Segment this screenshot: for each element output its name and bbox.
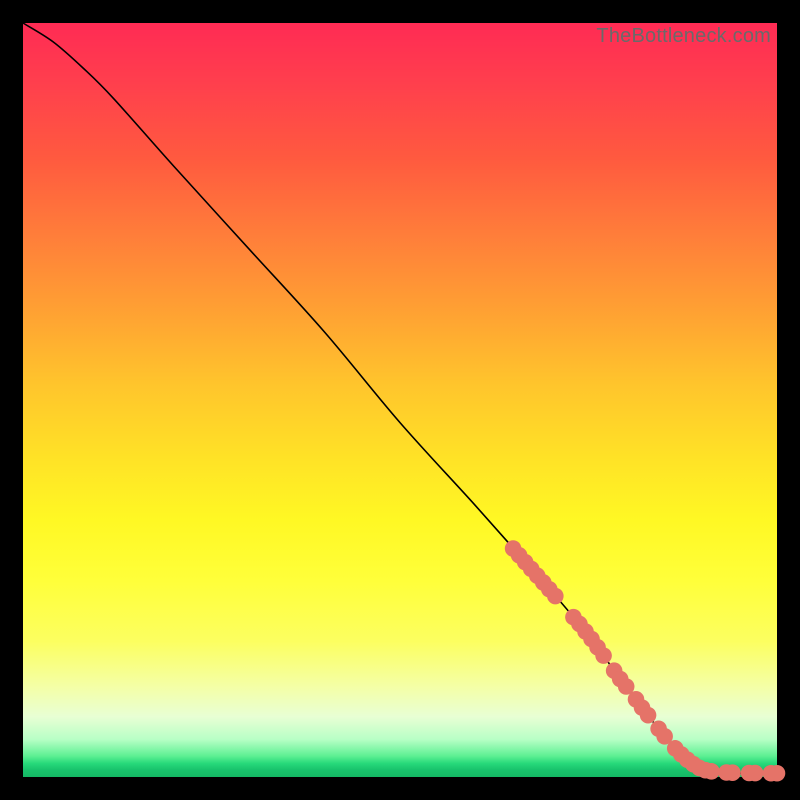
marker-dot xyxy=(724,764,741,781)
highlighted-markers xyxy=(505,540,785,781)
marker-dot xyxy=(595,647,612,664)
bottleneck-curve xyxy=(23,23,777,773)
marker-dot xyxy=(640,707,657,724)
chart-overlay xyxy=(23,23,777,777)
marker-dot xyxy=(769,765,786,782)
marker-dot xyxy=(747,765,764,782)
marker-dot xyxy=(547,588,564,605)
marker-dot xyxy=(703,763,720,780)
chart-stage: TheBottleneck.com xyxy=(0,0,800,800)
plot-area: TheBottleneck.com xyxy=(23,23,777,777)
